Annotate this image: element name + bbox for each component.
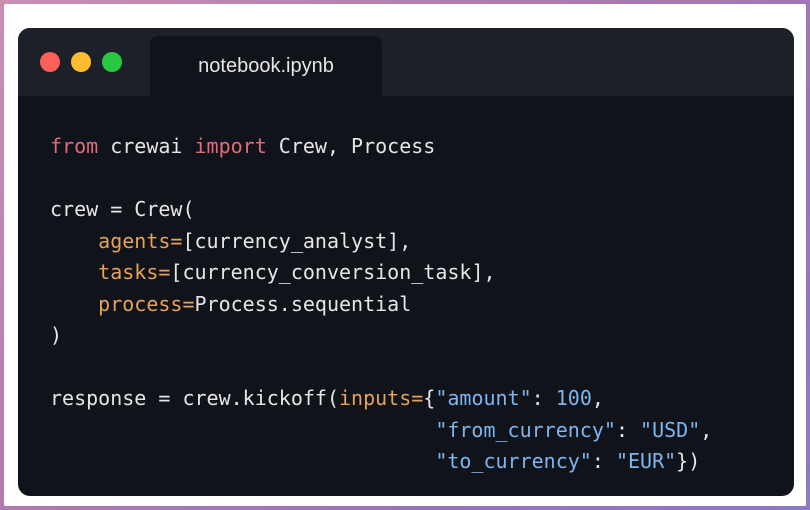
- code-line: from crewai import Crew, Process: [50, 131, 712, 163]
- code-token: [currency_conversion_task],: [170, 260, 496, 284]
- editor-window: notebook.ipynb from crewai import Crew, …: [18, 28, 794, 496]
- code-token: "USD": [640, 417, 701, 442]
- close-button[interactable]: [40, 52, 60, 72]
- code-line: "from_currency": "USD",: [50, 415, 712, 447]
- code-token: "EUR": [615, 449, 677, 473]
- tab-title: notebook.ipynb: [198, 55, 334, 77]
- code-token: agents=: [98, 228, 183, 253]
- code-token: [currency_analyst],: [182, 228, 412, 253]
- code-line: ): [50, 320, 712, 352]
- maximize-button[interactable]: [102, 52, 122, 72]
- code-token: :: [591, 449, 616, 473]
- screenshot-frame: notebook.ipynb from crewai import Crew, …: [4, 4, 806, 506]
- code-line: crew = Crew(: [50, 194, 712, 226]
- code-line: "to_currency": "EUR"}): [50, 446, 712, 478]
- code-block[interactable]: from crewai import Crew, Process crew = C…: [50, 131, 712, 478]
- code-token: :: [615, 417, 641, 442]
- code-token: "from_currency": [435, 417, 616, 442]
- code-token: response = crew.kickoff(: [50, 386, 339, 410]
- minimize-button[interactable]: [71, 52, 91, 72]
- code-token: ,: [700, 417, 713, 442]
- code-token: import: [194, 134, 267, 158]
- code-token: crewai: [98, 134, 195, 158]
- code-line: process=Process.sequential: [50, 289, 712, 321]
- code-token: tasks=: [98, 260, 171, 284]
- code-token: {: [423, 386, 436, 410]
- tab-notebook[interactable]: notebook.ipynb: [150, 36, 382, 96]
- code-token: :: [531, 386, 556, 410]
- code-token: 100: [555, 386, 592, 410]
- code-token: Process.sequential: [194, 291, 412, 316]
- code-token: Crew, Process: [266, 134, 436, 158]
- code-line: agents=[currency_analyst],: [50, 226, 712, 258]
- code-token: ): [50, 323, 63, 347]
- code-token: inputs=: [338, 386, 424, 410]
- code-token: "amount": [435, 386, 532, 410]
- code-token: from: [50, 134, 99, 158]
- code-token: process=: [98, 291, 195, 316]
- title-bar: notebook.ipynb: [18, 28, 794, 96]
- code-token: crew = Crew(: [50, 197, 195, 221]
- code-token: "to_currency": [435, 449, 592, 473]
- code-line: tasks=[currency_conversion_task],: [50, 257, 712, 289]
- code-line: response = crew.kickoff(inputs={"amount"…: [50, 383, 712, 415]
- code-token: }): [676, 449, 701, 473]
- code-token: ,: [591, 386, 604, 410]
